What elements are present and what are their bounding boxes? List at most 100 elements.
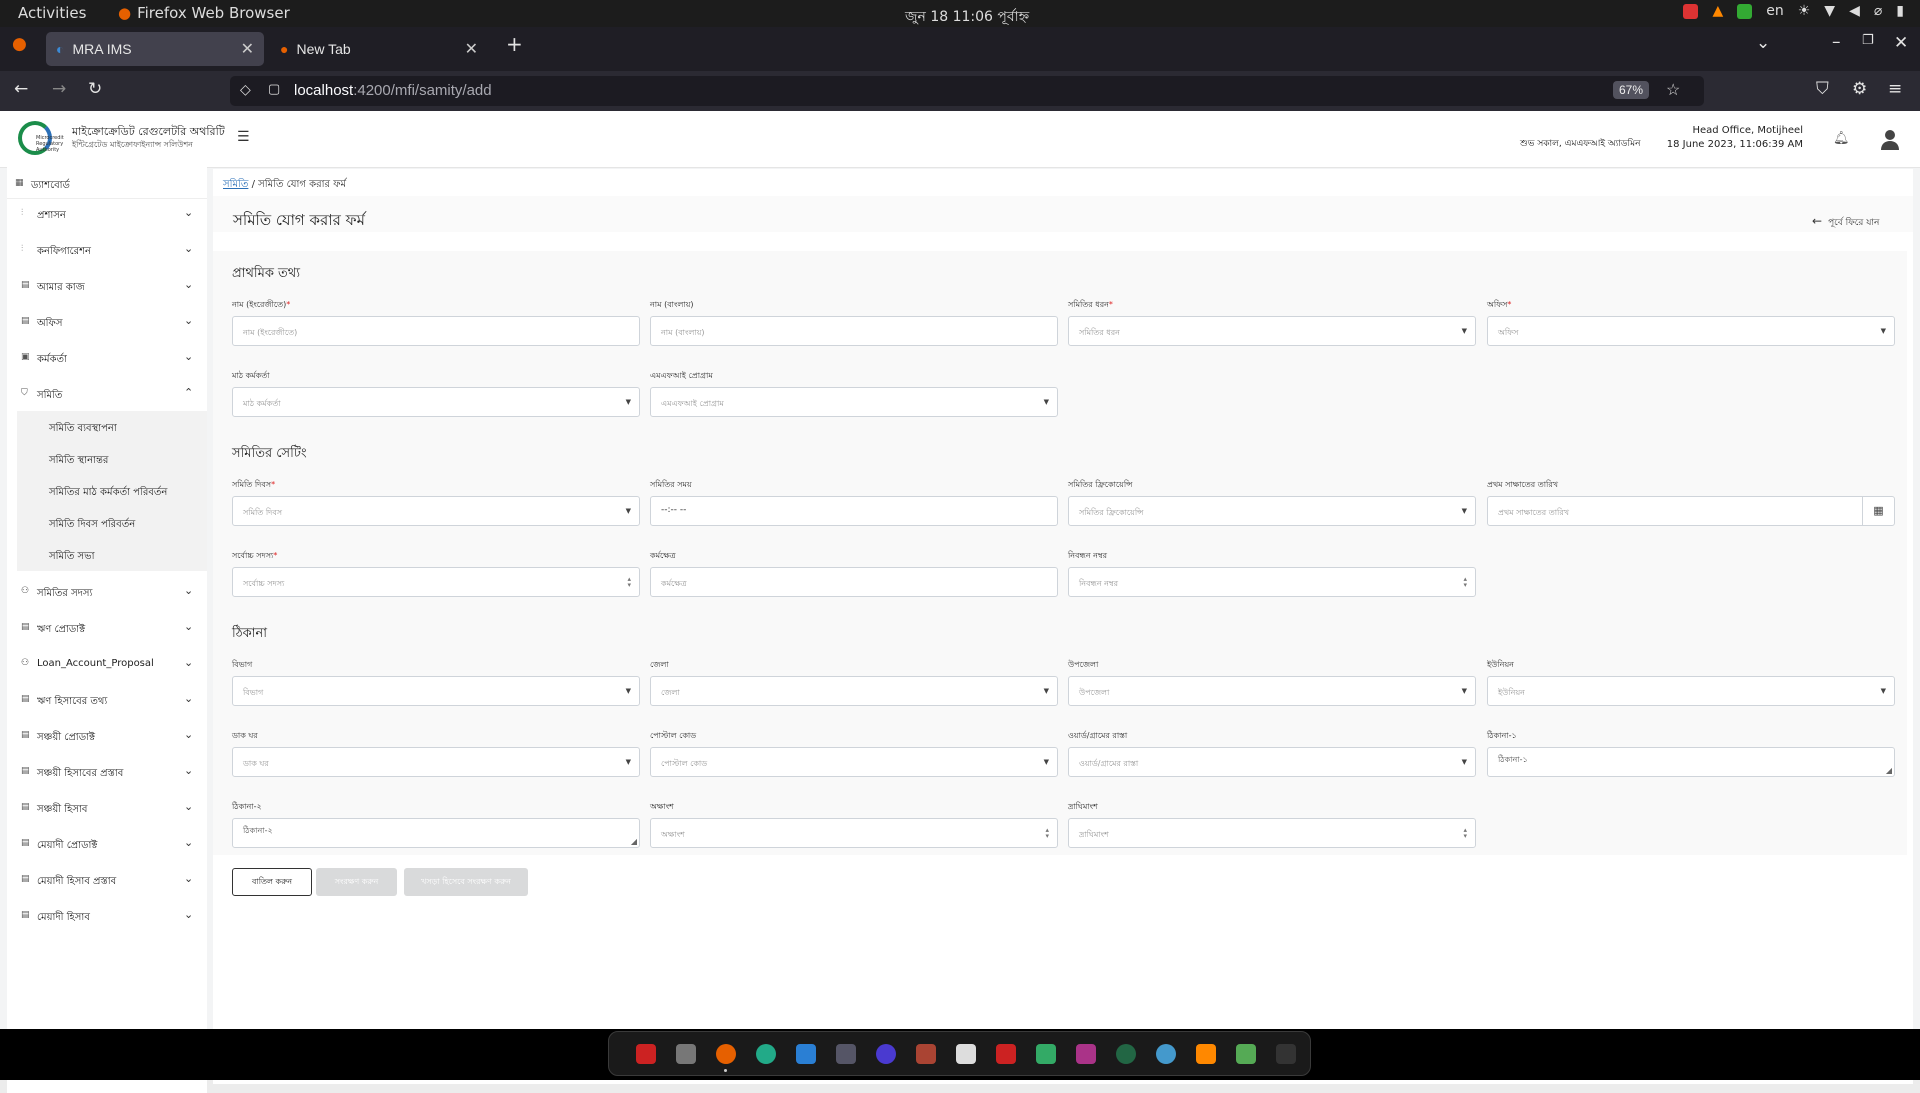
resize-handle-icon[interactable]: ◢ [1886,766,1892,775]
firefox-view-icon[interactable]: ● [12,34,27,54]
number-spinner-icon[interactable]: ▴ ▾ [1463,576,1467,589]
office-select[interactable]: অফিস ▼ [1487,316,1895,346]
files-icon[interactable] [676,1044,696,1064]
vlc-icon[interactable]: ▲ [1712,3,1723,19]
sidebar-item-loan-account-info[interactable]: ▤ ঋণ হিসাবের তথ্য ⌄ [7,685,207,715]
samity-day-select[interactable]: সমিতি দিবস ▼ [232,496,640,526]
notification-bell-icon[interactable]: 🔔︎ [1833,131,1850,146]
sidebar-item-my-work[interactable]: ▤ আমার কাজ ⌄ [7,271,207,301]
minimize-icon[interactable]: – [1832,32,1841,52]
resize-handle-icon[interactable]: ◢ [631,837,637,846]
user-avatar-icon[interactable] [1880,128,1900,150]
sidebar-item-officer[interactable]: ▣ কর্মকর্তা ⌄ [7,343,207,373]
firefox-dock-icon[interactable] [716,1044,736,1064]
sidebar-item-loan-account-proposal[interactable]: ⚇ Loan_Account_Proposal ⌄ [7,649,207,679]
first-meeting-date-input[interactable]: প্রথম সাক্ষাতের তারিখ ▦ [1487,496,1895,526]
work-area-input[interactable]: কর্মক্ষেত্র [650,567,1058,597]
sidebar-item-term-product[interactable]: ▤ মেয়াদী প্রোডাক্ট ⌄ [7,829,207,859]
screen-recorder-icon[interactable] [636,1044,656,1064]
close-window-icon[interactable]: ✕ [1894,33,1908,53]
trash-icon[interactable] [1236,1044,1256,1064]
app-grid-icon[interactable] [1276,1044,1296,1064]
vlc-dock-icon[interactable] [1196,1044,1216,1064]
language-indicator[interactable]: en [1766,3,1784,19]
sidebar-item-office[interactable]: ▤ অফিস ⌄ [7,307,207,337]
update-icon[interactable] [1737,3,1753,19]
volume-icon[interactable]: ◀ [1849,3,1860,19]
field-officer-select[interactable]: মাঠ কর্মকর্তা ▼ [232,387,640,417]
mfi-program-select[interactable]: এমএফআই প্রোগ্রাম ▼ [650,387,1058,417]
sidebar-item-dashboard[interactable]: ▦ ড্যাশবোর্ড [7,167,207,199]
sidebar-subitem-field-officer-change[interactable]: সমিতির মাঠ কর্মকর্তা পরিবর্তন [17,475,207,507]
sidebar-subitem-samity-management[interactable]: সমিতি ব্যবস্থাপনা [17,411,207,443]
sidebar-item-savings-account[interactable]: ▤ সঞ্চয়ী হিসাব ⌄ [7,793,207,823]
number-spinner-icon[interactable]: ▴ ▾ [1045,827,1049,840]
shield-icon[interactable]: ◇ [240,81,251,98]
samity-time-input[interactable]: --:-- -- [650,496,1058,526]
district-select[interactable]: জেলা ▼ [650,676,1058,706]
samity-type-select[interactable]: সমিতির ধরন ▼ [1068,316,1476,346]
tab-new-tab[interactable]: ● New Tab ✕ [270,32,488,66]
app-icon[interactable] [876,1044,896,1064]
pocket-icon[interactable]: ⛉ [1816,79,1829,99]
tab-mra-ims[interactable]: ◐ MRA IMS ✕ [46,32,264,66]
filezilla-icon[interactable] [996,1044,1016,1064]
reload-icon[interactable]: ↻ [88,79,102,99]
breadcrumb-link-samity[interactable]: সমিতি [223,179,248,190]
sidebar-subitem-samity-day-change[interactable]: সমিতি দিবস পরিবর্তন [17,507,207,539]
address2-textarea[interactable]: ঠিকানা-২ ◢ [232,818,640,848]
text-editor-icon[interactable] [1036,1044,1056,1064]
extensions-icon[interactable]: ⚙ [1852,79,1867,99]
upazila-select[interactable]: উপজেলা ▼ [1068,676,1476,706]
url-bar[interactable]: ◇ ▢ localhost:4200/mfi/samity/add 67% ☆ [230,76,1704,106]
back-icon[interactable]: ← [14,79,28,99]
mic-off-icon[interactable]: ⌀ [1874,3,1882,19]
bookmark-star-icon[interactable]: ☆ [1666,80,1680,100]
new-tab-icon[interactable]: + [506,32,523,56]
clock[interactable]: জুন 18 11:06 পূর্বাহ্ন [905,5,1029,29]
screen-share-icon[interactable] [1683,3,1699,19]
post-office-select[interactable]: ডাক ঘর ▼ [232,747,640,777]
app-icon[interactable] [1076,1044,1096,1064]
division-select[interactable]: বিভাগ ▼ [232,676,640,706]
latitude-input[interactable]: অক্ষাংশ ▴ ▾ [650,818,1058,848]
page-info-icon[interactable]: ▢ [268,81,280,97]
sidebar-item-configuration[interactable]: ⫶ কনফিগারেশন ⌄ [7,235,207,265]
brightness-icon[interactable]: ☀ [1798,3,1811,19]
app-icon[interactable] [1116,1044,1136,1064]
system-tray[interactable]: ▲ en ☀ ▼ ◀ ⌀ ▮ [1683,3,1904,19]
sidebar-item-savings-proposal[interactable]: ▤ সঞ্চয়ী হিসাবের প্রস্তাব ⌄ [7,757,207,787]
close-tab-icon[interactable]: ✕ [465,39,478,59]
wifi-icon[interactable]: ▼ [1824,3,1835,19]
save-button[interactable]: সংরক্ষণ করুন [316,868,397,896]
save-draft-button[interactable]: খসড়া হিসেবে সংরক্ষণ করুন [404,868,528,896]
forward-icon[interactable]: → [52,79,66,99]
list-tabs-icon[interactable]: ⌄ [1756,33,1770,53]
hamburger-menu-icon[interactable]: ☰ [237,129,250,145]
app-menu-icon[interactable]: ≡ [1888,79,1902,99]
ward-select[interactable]: ওয়ার্ড/গ্রামের রাস্তা ▼ [1068,747,1476,777]
name-bn-input[interactable]: নাম (বাংলায়) [650,316,1058,346]
vscode-icon[interactable] [796,1044,816,1064]
address1-textarea[interactable]: ঠিকানা-১ ◢ [1487,747,1895,777]
name-en-input[interactable]: নাম (ইংরেজীতে) [232,316,640,346]
zoom-indicator[interactable]: 67% [1613,81,1650,99]
cancel-button[interactable]: বাতিল করুন [232,868,312,896]
sidebar-item-loan-product[interactable]: ▤ ঋণ প্রোডাক্ট ⌄ [7,613,207,643]
frequency-select[interactable]: সমিতির ফ্রিকোয়েন্সি ▼ [1068,496,1476,526]
sidebar-subitem-samity-meeting[interactable]: সমিতি সভা [17,539,207,571]
number-spinner-icon[interactable]: ▴ ▾ [1463,827,1467,840]
restore-icon[interactable]: ❐ [1862,33,1874,48]
sidebar-item-savings-product[interactable]: ▤ সঞ্চয়ী প্রোডাক্ট ⌄ [7,721,207,751]
postal-code-select[interactable]: পোস্টাল কোড ▼ [650,747,1058,777]
app-icon[interactable] [1156,1044,1176,1064]
app-icon[interactable] [836,1044,856,1064]
sidebar-subitem-samity-transfer[interactable]: সমিতি স্থানান্তর [17,443,207,475]
active-app-menu[interactable]: ● Firefox Web Browser [118,4,290,22]
back-link[interactable]: ← পূর্বে ফিরে যান [1812,214,1879,230]
close-tab-icon[interactable]: ✕ [241,39,254,59]
battery-icon[interactable]: ▮ [1896,3,1904,19]
sidebar-item-term-account[interactable]: ▤ মেয়াদী হিসাব ⌄ [7,901,207,931]
activities-button[interactable]: Activities [18,4,86,22]
sidebar-item-samity-members[interactable]: ⚇ সমিতির সদস্য ⌄ [7,577,207,607]
